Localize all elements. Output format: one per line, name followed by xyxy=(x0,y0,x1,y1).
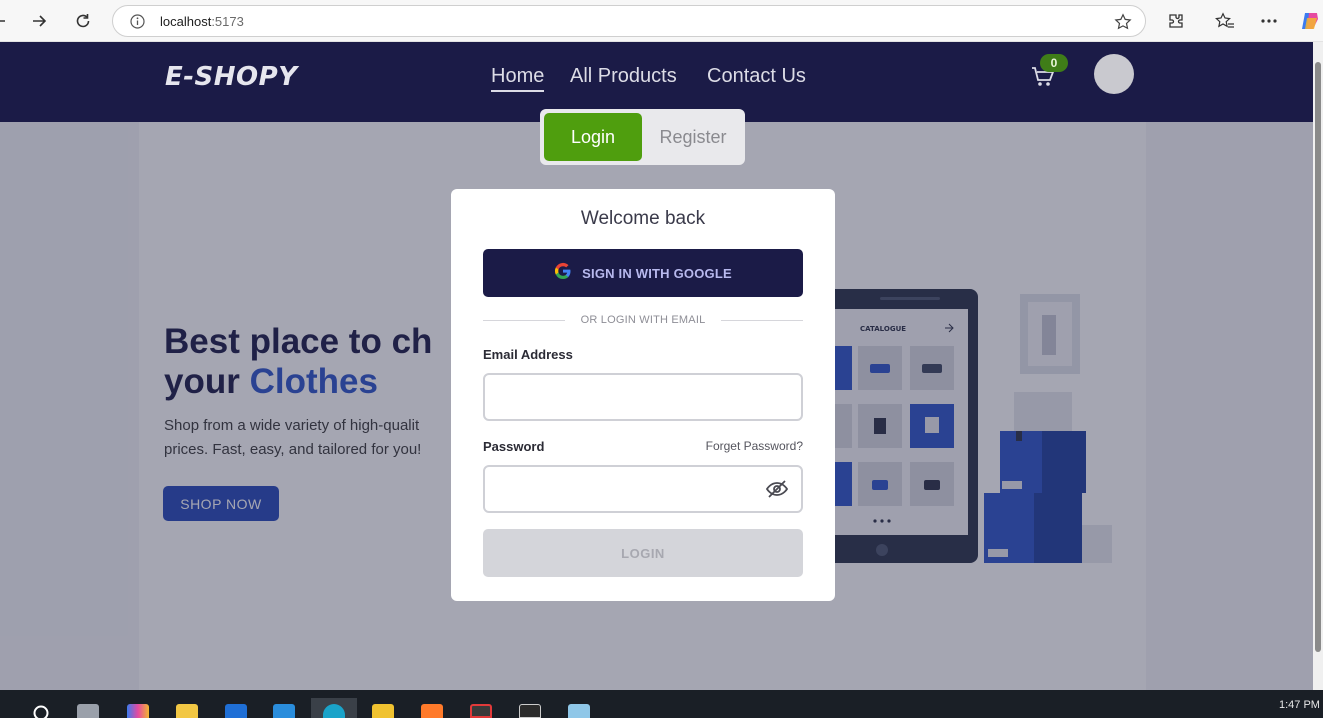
user-avatar[interactable] xyxy=(1094,54,1134,94)
duck-app-icon[interactable] xyxy=(372,704,394,718)
tab-login[interactable]: Login xyxy=(544,113,642,161)
taskbar-clock[interactable]: 1:47 PM xyxy=(1279,699,1320,711)
search-icon[interactable] xyxy=(31,704,51,723)
password-label: Password xyxy=(483,439,545,454)
forgot-password-link[interactable]: Forget Password? xyxy=(706,439,803,453)
site-info-icon[interactable] xyxy=(130,14,145,34)
nav-link-all-products[interactable]: All Products xyxy=(570,65,677,88)
file-explorer-icon[interactable] xyxy=(176,704,198,718)
extensions-icon[interactable] xyxy=(1163,8,1189,34)
terminal-icon[interactable] xyxy=(519,704,541,718)
google-icon xyxy=(554,262,572,285)
url-text[interactable]: localhost:5173 xyxy=(160,14,244,29)
copilot-taskbar-icon[interactable] xyxy=(127,704,149,718)
google-sign-in-label: SIGN IN WITH GOOGLE xyxy=(582,265,732,281)
tab-register[interactable]: Register xyxy=(648,113,738,161)
favorite-star-icon[interactable] xyxy=(1114,13,1132,36)
recorder-icon[interactable] xyxy=(470,704,492,718)
forward-arrow-icon[interactable] xyxy=(26,8,52,34)
scrollbar-thumb[interactable] xyxy=(1315,62,1321,652)
store-icon[interactable] xyxy=(225,704,247,718)
os-taskbar xyxy=(0,690,1323,718)
divider-line-right xyxy=(721,320,803,321)
login-modal: Welcome back SIGN IN WITH GOOGLE OR LOGI… xyxy=(451,189,835,601)
more-icon[interactable] xyxy=(1256,8,1282,34)
google-sign-in-button[interactable]: SIGN IN WITH GOOGLE xyxy=(483,249,803,297)
nav-link-contact-us[interactable]: Contact Us xyxy=(707,65,806,88)
cart-count-badge: 0 xyxy=(1040,54,1068,72)
favorites-icon[interactable] xyxy=(1212,8,1238,34)
task-view-icon[interactable] xyxy=(77,704,99,718)
email-field[interactable] xyxy=(483,373,803,421)
notepad-icon[interactable] xyxy=(568,704,590,718)
email-label: Email Address xyxy=(483,347,573,362)
page-scrollbar[interactable] xyxy=(1313,42,1323,690)
reload-icon[interactable] xyxy=(70,8,96,34)
nav-link-home[interactable]: Home xyxy=(491,65,545,92)
or-divider: OR LOGIN WITH EMAIL xyxy=(483,313,803,327)
copilot-icon[interactable] xyxy=(1297,8,1323,34)
password-field[interactable] xyxy=(483,465,803,513)
vscode-icon[interactable] xyxy=(273,704,295,718)
hide-password-icon[interactable] xyxy=(765,479,789,504)
address-bar[interactable]: localhost:5173 xyxy=(112,5,1146,37)
firefox-icon[interactable] xyxy=(421,704,443,718)
back-arrow-icon[interactable] xyxy=(0,8,12,34)
web-page: Best place to ch your Clothes Shop from … xyxy=(0,42,1313,690)
login-submit-button[interactable]: LOGIN xyxy=(483,529,803,577)
modal-title: Welcome back xyxy=(580,208,706,229)
auth-tabs: Login Register xyxy=(540,109,745,165)
browser-toolbar: localhost:5173 xyxy=(0,0,1323,42)
site-logo[interactable]: E-SHOPY xyxy=(165,62,298,92)
